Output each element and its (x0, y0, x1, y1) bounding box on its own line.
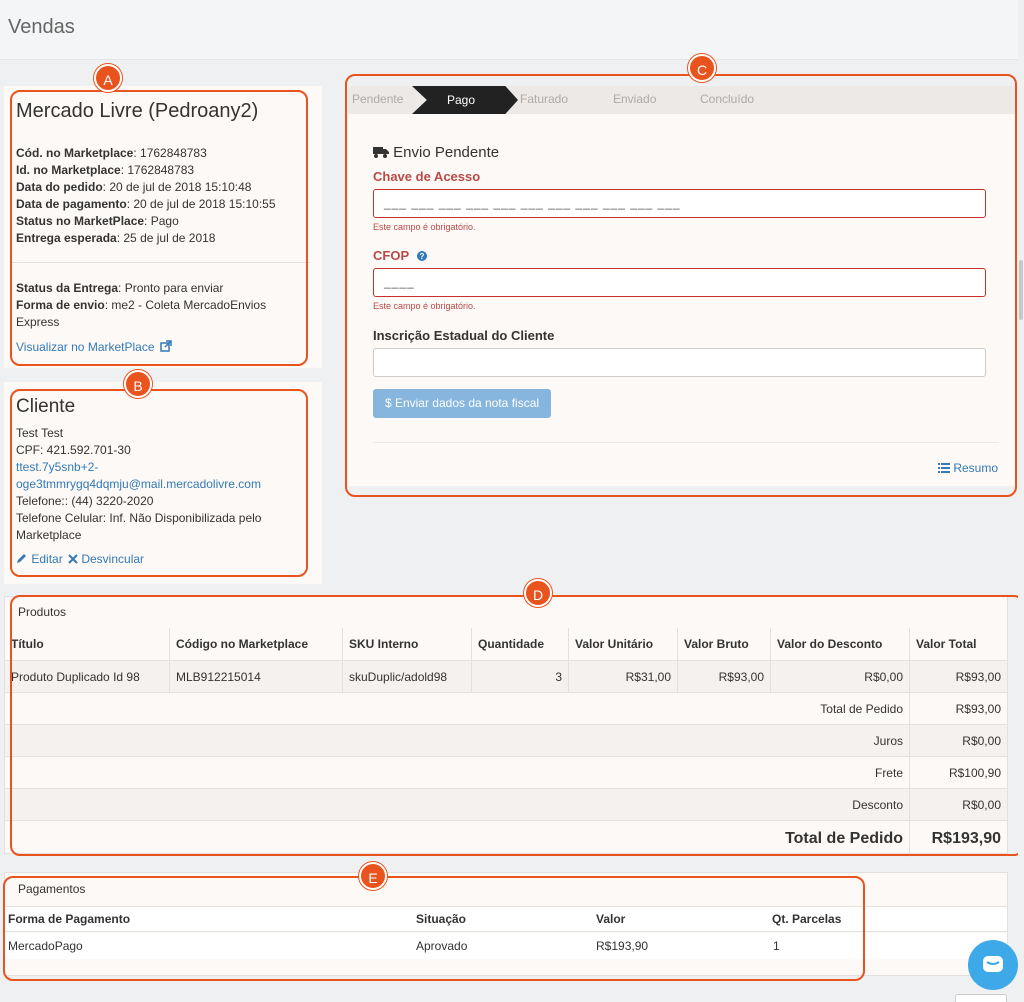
annotation-marker-b: B (124, 370, 152, 398)
annotation-marker-e: E (359, 862, 387, 890)
annotation-box-b (10, 389, 308, 577)
scrollbar-thumb[interactable] (1019, 260, 1023, 320)
annotation-box-e (3, 876, 865, 981)
annotation-marker-a: A (94, 64, 122, 92)
annotation-marker-c: C (688, 54, 716, 82)
annotation-box-c (345, 74, 1017, 497)
scrollbar-track[interactable] (1018, 0, 1024, 1002)
chat-widget-button[interactable] (968, 940, 1018, 990)
page-title: Vendas (8, 16, 75, 38)
annotation-marker-d: D (524, 579, 552, 607)
annotation-box-d (10, 595, 1024, 856)
chat-icon (983, 956, 1003, 972)
page-header: Vendas (0, 0, 1024, 60)
annotation-box-a (10, 90, 308, 366)
bottom-button[interactable] (955, 994, 1007, 1002)
